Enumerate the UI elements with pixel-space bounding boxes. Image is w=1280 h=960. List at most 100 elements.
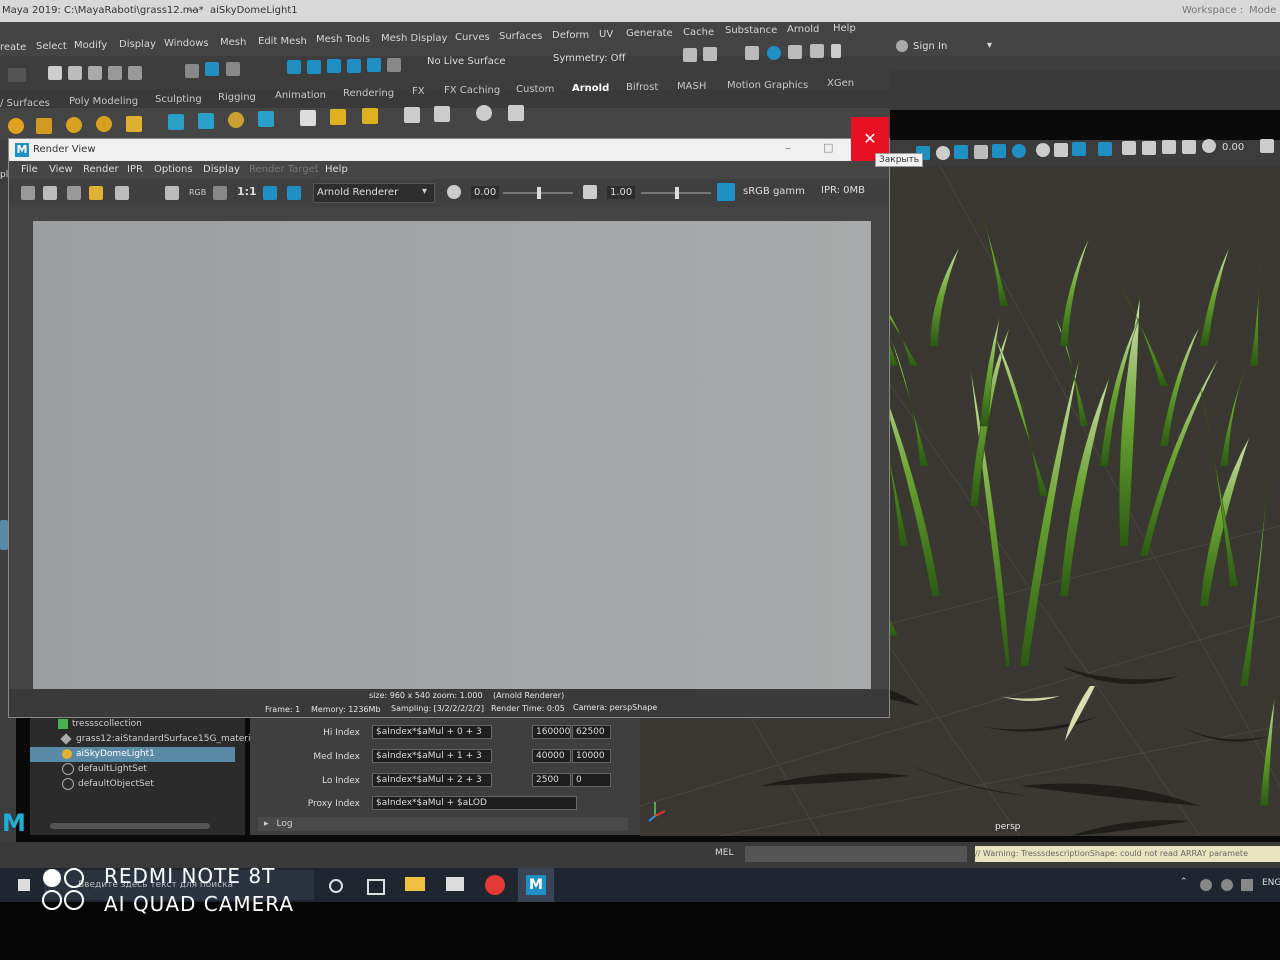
shader-ball-icon[interactable] <box>258 111 274 127</box>
rv-menu-display[interactable]: Display <box>203 164 240 175</box>
menu-select[interactable]: Select <box>36 41 67 52</box>
hi-index-value-1[interactable]: 160000 <box>532 725 571 739</box>
outliner-item[interactable]: grass12:aiStandardSurface15G_materi <box>30 732 251 747</box>
snap-view-icon[interactable] <box>347 59 361 73</box>
exposure-icon[interactable] <box>447 185 461 199</box>
ipr-icon[interactable] <box>89 186 103 200</box>
tray-network-icon[interactable] <box>1200 879 1212 891</box>
save-scene-icon[interactable] <box>88 66 102 80</box>
menu-edit-mesh[interactable]: Edit Mesh <box>258 36 307 47</box>
curve-collector-icon[interactable] <box>228 112 244 128</box>
new-scene-icon[interactable] <box>48 66 62 80</box>
arnold-render-icon[interactable] <box>767 46 781 60</box>
outliner-scrollbar[interactable] <box>50 823 210 829</box>
gamma-slider[interactable] <box>641 187 711 199</box>
physical-sky-icon[interactable] <box>96 116 112 132</box>
outliner-item[interactable]: tressscollection <box>30 717 235 732</box>
shelf-tab-xgen[interactable]: XGen <box>827 78 854 89</box>
maximize-icon[interactable]: □ <box>823 141 833 154</box>
shadows-icon[interactable] <box>992 144 1006 158</box>
menu-windows[interactable]: Windows <box>164 38 209 49</box>
proxy-index-expression[interactable]: $aIndex*$aMul + $aLOD <box>372 796 577 810</box>
cortana-icon[interactable] <box>329 879 343 893</box>
shelf-tab-arnold[interactable]: Arnold <box>572 83 609 94</box>
viewport-exposure-value[interactable]: 0.00 <box>1222 142 1244 153</box>
select-hierarchy-icon[interactable] <box>185 64 199 78</box>
rv-menu-help[interactable]: Help <box>325 164 348 175</box>
light-editor-icon[interactable] <box>330 109 346 125</box>
menu-generate[interactable]: Generate <box>626 28 673 39</box>
lo-index-value-1[interactable]: 2500 <box>532 773 571 787</box>
tray-language[interactable]: ENG <box>1262 878 1280 888</box>
shelf-tab-fx-caching[interactable]: FX Caching <box>444 85 500 96</box>
volume-icon[interactable] <box>198 113 214 129</box>
med-index-value-2[interactable]: 10000 <box>572 749 611 763</box>
sign-in-chevron-icon[interactable]: ▾ <box>987 40 992 51</box>
shelf-tab-bifrost[interactable]: Bifrost <box>626 82 658 93</box>
file-explorer-icon[interactable] <box>405 877 425 891</box>
hypershade-icon[interactable] <box>810 44 824 58</box>
exposure-value[interactable]: 0.00 <box>471 186 500 199</box>
rv-menu-ipr[interactable]: IPR <box>127 164 143 175</box>
xray-components-icon[interactable] <box>1162 140 1176 154</box>
outliner-item[interactable]: defaultLightSet <box>30 762 235 777</box>
area-light-icon[interactable] <box>126 116 142 132</box>
shelf-tab-sculpting[interactable]: Sculpting <box>155 94 202 105</box>
isolate-icon[interactable] <box>1098 142 1112 156</box>
med-index-expression[interactable]: $aIndex*$aMul + 1 + 3 <box>372 749 492 763</box>
light-manager-icon[interactable] <box>362 108 378 124</box>
menu-create[interactable]: reate <box>0 42 26 53</box>
make-live-icon[interactable] <box>387 58 401 72</box>
menu-display[interactable]: Display <box>119 39 156 50</box>
hi-index-expression[interactable]: $aIndex*$aMul + 0 + 3 <box>372 725 492 739</box>
workspace-value[interactable]: Mode <box>1249 0 1276 22</box>
dof-icon[interactable] <box>1072 142 1086 156</box>
windows-start-icon[interactable] <box>18 879 30 891</box>
snap-grid-icon[interactable] <box>287 60 301 74</box>
render-region-icon[interactable] <box>43 186 57 200</box>
sky-dome-icon[interactable] <box>66 117 82 133</box>
shelf-tab-animation[interactable]: Animation <box>275 90 326 101</box>
shelf-tab-rigging[interactable]: Rigging <box>218 92 256 103</box>
real-size-button[interactable]: 1:1 <box>237 185 257 198</box>
shelf-tab-rendering[interactable]: Rendering <box>343 88 394 99</box>
play-icon[interactable] <box>508 105 524 121</box>
keep-image-icon[interactable] <box>165 186 179 200</box>
rv-menu-view[interactable]: View <box>49 164 73 175</box>
menu-mesh-tools[interactable]: Mesh Tools <box>316 34 370 45</box>
gamma-icon[interactable] <box>1182 140 1196 154</box>
aa-icon[interactable] <box>1054 143 1068 157</box>
render-frame-icon[interactable] <box>683 48 697 62</box>
xray-joints-icon[interactable] <box>1142 141 1156 155</box>
sign-in-button[interactable]: Sign In <box>913 41 947 52</box>
color-space-value[interactable]: sRGB gamm <box>743 186 805 197</box>
menu-surfaces[interactable]: Surfaces <box>499 31 542 42</box>
open-scene-icon[interactable] <box>68 66 82 80</box>
gamma-icon[interactable] <box>583 185 597 199</box>
gamma-toggle-icon[interactable] <box>1260 139 1274 153</box>
lo-index-expression[interactable]: $aIndex*$aMul + 2 + 3 <box>372 773 492 787</box>
menu-cache[interactable]: Cache <box>683 27 714 38</box>
lo-index-value-2[interactable]: 0 <box>572 773 611 787</box>
snapshot-icon[interactable] <box>67 186 81 200</box>
shelf-tab-fx[interactable]: FX <box>412 86 425 97</box>
outliner-item[interactable]: defaultObjectSet <box>30 777 235 792</box>
shelf-tab-mash[interactable]: MASH <box>677 81 706 92</box>
shelf-tab-custom[interactable]: Custom <box>516 84 554 95</box>
render-image-area[interactable] <box>33 221 871 689</box>
undo-icon[interactable] <box>108 66 122 80</box>
exposure-icon[interactable] <box>1202 139 1216 153</box>
txmanager-icon[interactable] <box>434 106 450 122</box>
select-component-icon[interactable] <box>226 62 240 76</box>
menu-help[interactable]: Help <box>833 23 856 34</box>
tray-globe-icon[interactable] <box>1221 879 1233 891</box>
exposure-slider[interactable] <box>503 187 573 199</box>
frame-image-icon[interactable] <box>263 186 277 200</box>
texture-icon[interactable] <box>404 107 420 123</box>
pause-icon[interactable] <box>831 44 841 58</box>
menu-curves[interactable]: Curves <box>455 32 490 43</box>
exposure-slider-handle[interactable] <box>537 187 541 199</box>
outliner-item-selected[interactable]: aiSkyDomeLight1 <box>30 747 235 762</box>
redo-icon[interactable] <box>128 66 142 80</box>
renderer-dropdown[interactable]: Arnold Renderer ▾ <box>313 183 435 203</box>
